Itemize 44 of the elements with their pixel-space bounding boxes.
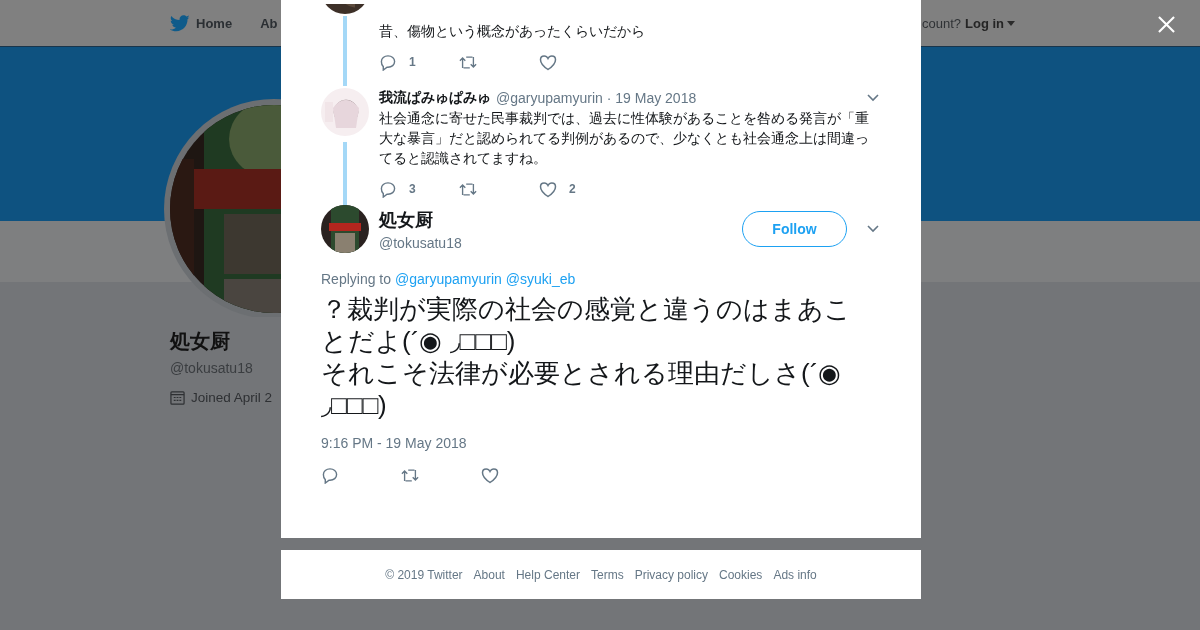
footer-link[interactable]: Cookies <box>719 567 763 582</box>
tweet-text: 昔、傷物という概念があったくらいだから <box>379 22 646 41</box>
retweet-icon[interactable] <box>459 53 477 71</box>
nav-link[interactable]: Ab <box>260 15 278 31</box>
profile-handle: @tokusatu18 <box>170 360 254 376</box>
mention-link[interactable]: @syuki_eb <box>505 271 576 287</box>
reply-icon[interactable] <box>379 53 397 71</box>
heart-icon[interactable] <box>539 53 557 71</box>
reply-icon[interactable] <box>321 466 339 484</box>
heart-icon[interactable] <box>539 180 557 198</box>
profile-name: 処女厨 <box>170 329 231 354</box>
chevron-down-icon[interactable] <box>867 94 879 102</box>
like-count: 2 <box>569 182 576 196</box>
replying-label: Replying to <box>321 271 392 287</box>
calendar-icon <box>170 390 185 405</box>
chevron-down-icon[interactable] <box>867 225 879 233</box>
reply-icon[interactable] <box>379 180 397 198</box>
footer-link[interactable]: About <box>473 567 505 582</box>
tweet-meta: @garyupamyurin · 19 May 2018 <box>496 90 698 106</box>
heart-icon[interactable] <box>481 466 499 484</box>
caret-icon <box>1007 20 1015 26</box>
joined-date: Joined April 2 <box>191 390 273 405</box>
footer-link[interactable]: Terms <box>591 567 624 582</box>
copyright-text: © 2019 Twitter <box>385 567 463 582</box>
close-icon[interactable] <box>1158 16 1175 33</box>
footer-link[interactable]: Ads info <box>773 567 817 582</box>
follow-button[interactable]: Follow <box>742 211 847 247</box>
login-link[interactable]: Log in <box>965 15 1015 31</box>
bird-icon <box>170 14 190 32</box>
reply-count: 1 <box>409 55 416 69</box>
reply-count: 3 <box>409 182 416 196</box>
account-prompt: count? <box>921 15 961 31</box>
footer-link[interactable]: Privacy policy <box>634 567 708 582</box>
retweet-icon[interactable] <box>401 466 419 484</box>
author-name[interactable]: 処女厨 <box>379 207 742 232</box>
home-link[interactable]: Home <box>170 14 233 32</box>
tweet-text: ？裁判が実際の社会の感覚と違うのはまあことだよ(´◉ ◞□□□) それこそ法律が必要とされる理由だしさ(´◉ ◞□□□) <box>321 293 852 421</box>
retweet-icon[interactable] <box>459 180 477 198</box>
tweet-text: 社会通念に寄せた民事裁判では、過去に性体験があることを咎める発言が「重大な暴言」だと認められてる判例があるので、少なくとも社会通念上は間違ってると認識されてますね。 <box>379 109 870 168</box>
tweet-timestamp: 9:16 PM - 19 May 2018 <box>321 435 468 451</box>
author-handle: @tokusatu18 <box>379 234 463 251</box>
mention-link[interactable]: @garyupamyurin <box>395 271 502 287</box>
footer-link[interactable]: Help Center <box>515 567 580 582</box>
author-name[interactable]: 我流ぱみゅぱみゅ <box>379 89 491 107</box>
